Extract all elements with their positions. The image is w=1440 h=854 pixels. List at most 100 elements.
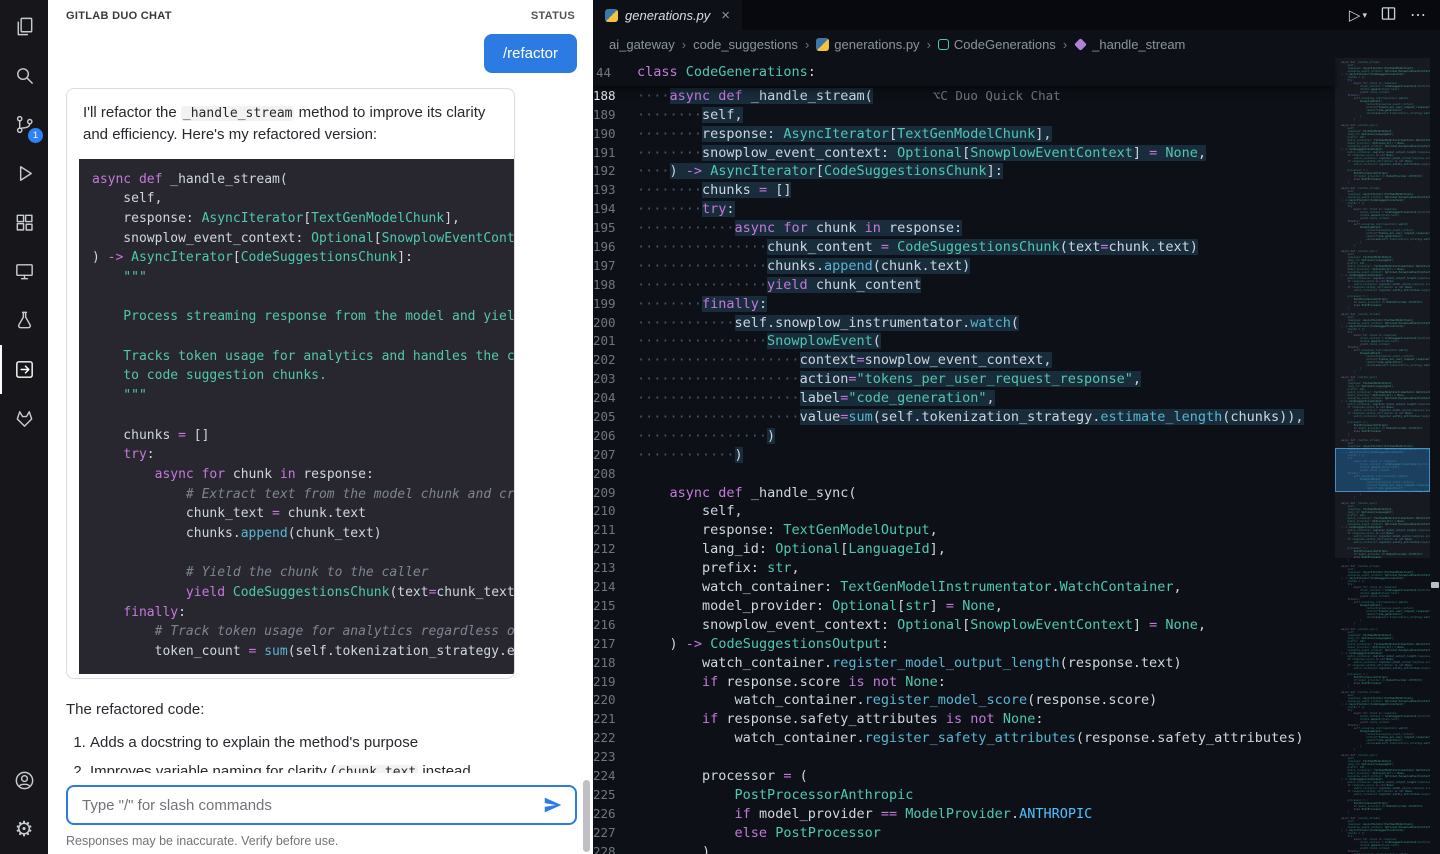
line-number: 211 <box>593 521 637 540</box>
explorer-icon[interactable] <box>0 2 48 51</box>
chat-code-line: Process streaming response from the mode… <box>92 307 514 327</box>
run-dropdown-icon[interactable]: ▾ <box>1362 10 1367 21</box>
python-icon <box>605 9 618 22</box>
chat-code-block: async def _handle_stream( self, response… <box>79 159 514 674</box>
minimap-selection-highlight <box>1335 448 1430 492</box>
code-line[interactable]: 228 ) <box>593 843 1335 854</box>
code-line[interactable]: 219 if response.score is not None: <box>593 673 1335 692</box>
chat-scrollbar[interactable] <box>583 780 590 852</box>
code-line[interactable]: 216 snowplow_event_context: Optional[Sno… <box>593 616 1335 635</box>
extensions-icon[interactable] <box>0 198 48 247</box>
code-line[interactable]: 209 async def _handle_sync( <box>593 484 1335 503</box>
code-line[interactable]: 198················yield chunk_content <box>593 276 1335 295</box>
more-actions-icon[interactable]: ⋯ <box>1410 5 1426 25</box>
code-line[interactable]: 202····················context=snowplow_… <box>593 351 1335 370</box>
breadcrumb-item-_handle_stream[interactable]: _handle_stream <box>1074 37 1185 52</box>
code-line[interactable]: 189········self, <box>593 106 1335 125</box>
code-line[interactable]: 206················) <box>593 427 1335 446</box>
code-line[interactable]: 226 if model_provider == ModelProvider.A… <box>593 805 1335 824</box>
sticky-line-code: class CodeGenerations: <box>637 64 816 80</box>
code-line[interactable]: 218 watch_container.register_model_outpu… <box>593 654 1335 673</box>
code-line[interactable]: 190········response: AsyncIterator[TextG… <box>593 125 1335 144</box>
line-code: if response.safety_attributes is not Non… <box>637 710 1043 729</box>
chat-code-line: # Extract text from the model chunk and … <box>92 485 514 505</box>
code-line[interactable]: 192····) -> AsyncIterator[CodeSuggestion… <box>593 162 1335 181</box>
code-line[interactable]: 201················SnowplowEvent( <box>593 332 1335 351</box>
duo-quick-chat-hint[interactable]: ⌥C Duo Quick Chat <box>933 88 1061 103</box>
sticky-scroll-line[interactable]: 44 class CodeGenerations: <box>593 58 1335 86</box>
tab-generations-py[interactable]: generations.py × <box>593 0 742 30</box>
chat-code-line: yield CodeSuggestionsChunk(text=chunk_te… <box>92 583 514 603</box>
code-line[interactable]: 211 response: TextGenModelOutput, <box>593 521 1335 540</box>
code-line[interactable]: 188····async def _handle_stream(⌥C Duo Q… <box>593 87 1335 106</box>
tab-close-icon[interactable]: × <box>721 7 730 24</box>
remote-explorer-icon[interactable] <box>0 247 48 296</box>
gitlab-duo-chat-panel: GITLAB DUO CHAT STATUS /refactor I'll re… <box>48 0 593 854</box>
code-line[interactable]: 208 <box>593 465 1335 484</box>
assistant-message: I'll refactor the _handle_stream method … <box>66 88 515 679</box>
breadcrumb-item-ai_gateway[interactable]: ai_gateway <box>609 37 675 52</box>
breadcrumb-separator: › <box>1063 37 1067 52</box>
code-line[interactable]: 210 self, <box>593 502 1335 521</box>
line-code: watch_container: TextGenModelInstrumenta… <box>637 578 1182 597</box>
code-line[interactable]: 212 lang_id: Optional[LanguageId], <box>593 540 1335 559</box>
code-line[interactable]: 225 PostProcessorAnthropic <box>593 786 1335 805</box>
code-line[interactable]: 196················chunk_content = CodeS… <box>593 238 1335 257</box>
line-code: ················chunks.append(chunk.text… <box>637 257 970 276</box>
gitlab-workflow-icon[interactable] <box>0 345 48 394</box>
chat-code-line: token_count = sum(self.tokenization_stra… <box>92 642 514 662</box>
code-line[interactable]: 193········chunks = [] <box>593 181 1335 200</box>
code-line[interactable]: 223 <box>593 748 1335 767</box>
line-number: 199 <box>593 295 637 314</box>
chat-code-line: chunks = [] <box>92 426 514 446</box>
code-line[interactable]: 217 ) -> CodeSuggestionsOutput: <box>593 635 1335 654</box>
gitlab-duo-icon[interactable] <box>0 394 48 443</box>
run-debug-icon[interactable] <box>0 149 48 198</box>
code-line[interactable]: 199········finally: <box>593 295 1335 314</box>
code-editor[interactable]: 187188····async def _handle_stream(⌥C Du… <box>593 58 1440 854</box>
search-icon[interactable] <box>0 51 48 100</box>
breadcrumb-item-code_suggestions[interactable]: code_suggestions <box>693 37 798 52</box>
code-line[interactable]: 205····················value=sum(self.to… <box>593 408 1335 427</box>
line-code: ················SnowplowEvent( <box>637 332 881 351</box>
settings-gear-icon[interactable]: ⚙ <box>0 805 48 854</box>
code-line[interactable]: 224 processor = ( <box>593 767 1335 786</box>
chat-input[interactable] <box>80 796 541 815</box>
line-number: 189 <box>593 106 637 125</box>
code-line[interactable]: 194········try: <box>593 200 1335 219</box>
line-number: 217 <box>593 635 637 654</box>
code-line[interactable]: 213 prefix: str, <box>593 559 1335 578</box>
split-editor-icon[interactable] <box>1381 6 1396 25</box>
testing-icon[interactable] <box>0 296 48 345</box>
breadcrumb-item-generations.py[interactable]: generations.py <box>816 37 919 52</box>
line-code: if response.score is not None: <box>637 673 946 692</box>
code-line[interactable]: 207············) <box>593 446 1335 465</box>
code-line[interactable]: 191········snowplow_event_context: Optio… <box>593 144 1335 163</box>
source-control-icon[interactable]: 1 <box>0 100 48 149</box>
line-number: 200 <box>593 314 637 333</box>
chat-code-line <box>92 406 514 426</box>
minimap[interactable]: async def _handle_stream( self, response… <box>1335 58 1430 854</box>
code-line[interactable]: 220 watch_container.register_model_score… <box>593 691 1335 710</box>
accounts-icon[interactable] <box>0 756 48 805</box>
code-line[interactable]: 195············async for chunk in respon… <box>593 219 1335 238</box>
code-line[interactable]: 221 if response.safety_attributes is not… <box>593 710 1335 729</box>
breadcrumb-item-codegenerations[interactable]: CodeGenerations <box>938 37 1056 52</box>
line-code: lang_id: Optional[LanguageId], <box>637 540 946 559</box>
code-line[interactable]: 204····················label="code_gener… <box>593 389 1335 408</box>
code-line[interactable]: 227 else PostProcessor <box>593 824 1335 843</box>
activity-bar: 1 ⚙ <box>0 0 48 854</box>
line-code: ····················label="code_generati… <box>637 389 995 408</box>
line-number: 213 <box>593 559 637 578</box>
chat-code-line: finally: <box>92 603 514 623</box>
line-code: ········self, <box>637 106 743 125</box>
code-line[interactable]: 214 watch_container: TextGenModelInstrum… <box>593 578 1335 597</box>
code-line[interactable]: 200············self.snowplow_instrumenta… <box>593 314 1335 333</box>
code-line[interactable]: 222 watch_container.register_safety_attr… <box>593 729 1335 748</box>
line-number: 212 <box>593 540 637 559</box>
code-line[interactable]: 203····················action="tokens_pe… <box>593 370 1335 389</box>
send-icon[interactable] <box>541 793 565 817</box>
run-python-file-button[interactable]: ▷▾ <box>1349 6 1367 24</box>
code-line[interactable]: 215 model_provider: Optional[str] = None… <box>593 597 1335 616</box>
code-line[interactable]: 197················chunks.append(chunk.t… <box>593 257 1335 276</box>
